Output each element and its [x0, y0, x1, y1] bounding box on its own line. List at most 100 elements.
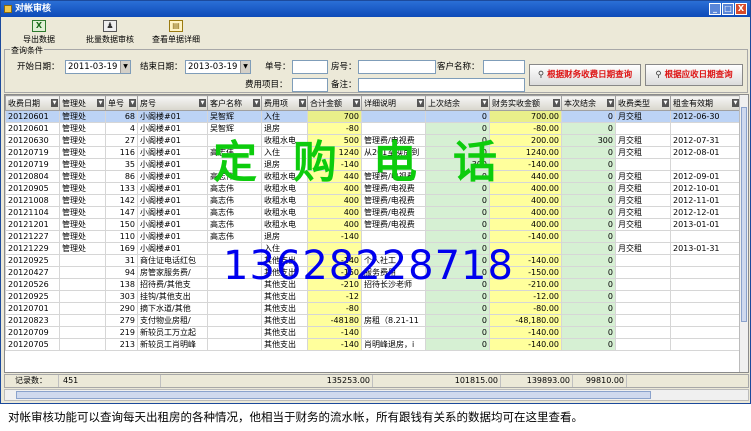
table-cell [361, 110, 426, 123]
table-row[interactable]: 20120823 279 支付物业房租/其他支出 -48180 房租（8.21-11 0-… [5, 314, 741, 327]
h-scroll-thumb[interactable] [16, 391, 651, 399]
room-input[interactable] [358, 60, 436, 74]
table-cell: 0 [561, 302, 616, 315]
table-row[interactable]: 20120705 213 新较员工肖明峰 其他支出 -140 肖明峰退房，i 0 -140.0… [5, 338, 741, 351]
column-header[interactable]: 客户名称 ▼ [207, 95, 262, 111]
table-row[interactable]: 20121008 管理处 142 小阁楼#01 高志伟 收租水电 400 管理费/电视费 0 40… [5, 194, 741, 207]
table-cell: 0 [425, 230, 490, 243]
column-header[interactable]: 管理处 ▼ [59, 95, 106, 111]
filter-dropdown-icon[interactable]: ▼ [481, 99, 488, 107]
remark-input[interactable] [358, 78, 525, 92]
filter-dropdown-icon[interactable]: ▼ [732, 99, 739, 107]
query-legend: 查询条件 [10, 45, 44, 56]
summary-bar: 记录数： 451 135253.00 101815.00 139893.00 9… [4, 374, 749, 388]
scroll-thumb[interactable] [741, 107, 747, 322]
query-by-due-date-button[interactable]: ⚲ 根据应收日期查询 [645, 64, 743, 86]
maximize-button[interactable]: □ [722, 3, 734, 15]
column-header[interactable]: 租金有效期 ▼ [670, 95, 741, 111]
filter-dropdown-icon[interactable]: ▼ [353, 99, 360, 107]
table-cell: 管理费/电视费 [361, 218, 426, 231]
table-cell: 0 [425, 218, 490, 231]
table-cell: 管理处 [59, 230, 106, 243]
doc-no-input[interactable] [292, 60, 328, 74]
query-by-finance-date-button[interactable]: ⚲ 根据财务收费日期查询 [529, 64, 641, 86]
end-date-value: 2013-03-19 [188, 62, 238, 72]
table-cell: 300 [561, 134, 616, 147]
column-header[interactable]: 上次结余 ▼ [425, 95, 490, 111]
table-cell: 商住证电话红包 [137, 254, 208, 267]
filter-dropdown-icon[interactable]: ▼ [97, 99, 104, 107]
dropdown-arrow-icon[interactable]: ▼ [120, 61, 130, 73]
filter-dropdown-icon[interactable]: ▼ [253, 99, 260, 107]
table-cell: 0 [425, 194, 490, 207]
column-header-label: 费用项 [264, 98, 288, 108]
column-header[interactable]: 合计金额 ▼ [307, 95, 362, 111]
filter-dropdown-icon[interactable]: ▼ [51, 99, 58, 107]
table-cell [59, 326, 106, 339]
table-row[interactable]: 20121201 管理处 150 小阁楼#01 高志伟 收租水电 400 管理费/电视费 0 40… [5, 218, 741, 231]
table-cell: 0 [425, 314, 490, 327]
column-header[interactable]: 费用项 ▼ [261, 95, 308, 111]
table-row[interactable]: 20121104 管理处 147 小阁楼#01 高志伟 收租水电 400 管理费/电视费 0 40… [5, 206, 741, 219]
table-cell: 月交租 [615, 242, 671, 255]
table-cell: -12 [307, 290, 362, 303]
table-cell: 400 [307, 206, 362, 219]
column-header-label: 单号 [108, 98, 124, 108]
start-date-picker[interactable]: 2011-03-19 ▼ [65, 60, 131, 74]
table-cell: 管理处 [59, 146, 106, 159]
table-cell: 0 [561, 266, 616, 279]
column-header[interactable]: 本次结余 ▼ [561, 95, 616, 111]
table-cell: 0 [561, 326, 616, 339]
customer-input[interactable] [483, 60, 525, 74]
table-cell: 0 [425, 326, 490, 339]
table-cell: 管理处 [59, 194, 106, 207]
filter-dropdown-icon[interactable]: ▼ [607, 99, 614, 107]
view-detail-button[interactable]: ▤ 查看单据详细 [145, 19, 207, 47]
filter-dropdown-icon[interactable]: ▼ [299, 99, 306, 107]
export-button[interactable]: X 导出数据 [17, 19, 61, 47]
table-cell: -140.00 [489, 230, 562, 243]
table-cell: 20121104 [5, 206, 60, 219]
table-cell: 20120427 [5, 266, 60, 279]
table-cell: -12.00 [489, 290, 562, 303]
audit-window: 对帐审核 _ □ X X 导出数据 ♟ 批量数据审核 ▤ 查看单据详细 查询条件… [0, 0, 751, 404]
filter-dropdown-icon[interactable]: ▼ [129, 99, 136, 107]
table-row[interactable]: 20120601 管理处 68 小阁楼#01 吴智辉 入住 700 0 700.00 0 月交租 20… [5, 110, 741, 123]
filter-dropdown-icon[interactable]: ▼ [553, 99, 560, 107]
minimize-button[interactable]: _ [709, 3, 721, 15]
dropdown-arrow-icon[interactable]: ▼ [240, 61, 250, 73]
table-row[interactable]: 20120709 219 新较员工万立起 其他支出 -140 0 -140.00 0 [5, 326, 741, 339]
table-cell: 0 [561, 146, 616, 159]
close-button[interactable]: X [735, 3, 747, 15]
table-cell: 147 [105, 206, 138, 219]
horizontal-scrollbar[interactable] [4, 389, 749, 401]
table-cell: 0 [425, 206, 490, 219]
table-cell: -48,180.00 [489, 314, 562, 327]
table-row[interactable]: 20120601 管理处 4 小阁楼#01 吴智辉 退房 -80 0 -80.00 0 [5, 122, 741, 135]
column-header[interactable]: 财务实收金额 ▼ [489, 95, 562, 111]
table-cell: 0 [561, 206, 616, 219]
fee-item-input[interactable] [292, 78, 328, 92]
table-row[interactable]: 20120701 290 摘下水道/其他 其他支出 -80 0 -80.00 0 [5, 302, 741, 315]
table-cell: 月交租 [615, 110, 671, 123]
table-cell: 0 [561, 122, 616, 135]
column-header[interactable]: 单号 ▼ [105, 95, 138, 111]
column-header[interactable]: 收费日期 ▼ [5, 95, 60, 111]
filter-dropdown-icon[interactable]: ▼ [417, 99, 424, 107]
table-row[interactable]: 20120925 303 挂钩/其他支出 其他支出 -12 0 -12.00 0 [5, 290, 741, 303]
table-cell [670, 278, 741, 291]
column-header[interactable]: 收费类型 ▼ [615, 95, 671, 111]
column-header-label: 本次结余 [564, 98, 596, 108]
end-date-picker[interactable]: 2013-03-19 ▼ [185, 60, 251, 74]
batch-review-button[interactable]: ♟ 批量数据审核 [79, 19, 141, 47]
start-date-label: 开始日期： [17, 62, 60, 72]
vertical-scrollbar[interactable] [739, 95, 748, 372]
column-header[interactable]: 房号 ▼ [137, 95, 208, 111]
column-header[interactable]: 详细说明 ▼ [361, 95, 426, 111]
filter-dropdown-icon[interactable]: ▼ [662, 99, 669, 107]
table-cell: 小阁楼#01 [137, 110, 208, 123]
table-cell: -80 [307, 122, 362, 135]
filter-dropdown-icon[interactable]: ▼ [199, 99, 206, 107]
table-row[interactable]: 20121227 管理处 110 小阁楼#01 高志伟 退房 -140 0 -140.00 0 [5, 230, 741, 243]
table-cell: 其他支出 [261, 314, 308, 327]
